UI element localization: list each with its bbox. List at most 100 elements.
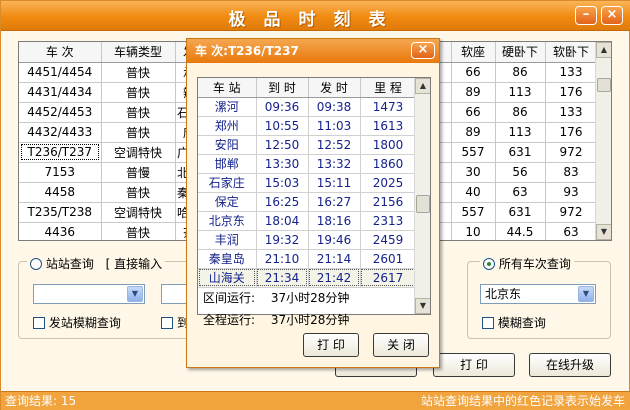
train-list-scrollbar[interactable]: ▲ ▼ xyxy=(595,42,611,240)
fuzzy-option[interactable]: 模糊查询 xyxy=(482,314,546,331)
table-cell: 30 xyxy=(451,162,496,183)
table-cell: 557 xyxy=(451,142,496,163)
table-cell: 10 xyxy=(451,222,496,240)
chevron-down-icon[interactable]: ▼ xyxy=(578,286,594,302)
scroll-down-arrow-icon[interactable]: ▼ xyxy=(415,298,430,314)
stops-table[interactable]: 车 站到 时发 时里 程 漯河 09:36 09:38 1473 郑州 10:55 11:0… xyxy=(197,77,431,315)
stop-cell: 2025 xyxy=(360,173,417,193)
fuzzy-from-label: 发站模糊查询 xyxy=(48,316,121,330)
table-cell: 89 xyxy=(451,122,496,143)
title-bar[interactable]: 极品时刻表 – × xyxy=(1,1,630,31)
table-cell: 40 xyxy=(451,182,496,203)
stop-row[interactable]: 北京东 18:04 18:16 2313 xyxy=(198,211,417,231)
table-cell: T235/T238 xyxy=(19,202,102,223)
stop-cell: 漯河 xyxy=(198,97,257,117)
table-cell: 113 xyxy=(495,122,546,143)
status-bar: 查询结果: 15 站站查询结果中的红色记录表示始发车 xyxy=(1,391,630,410)
table-cell: 86 xyxy=(495,62,546,83)
column-header[interactable]: 车 站 xyxy=(198,78,257,98)
stop-row[interactable]: 郑州 10:55 11:03 1613 xyxy=(198,116,417,136)
scroll-down-arrow-icon[interactable]: ▼ xyxy=(596,224,611,240)
dialog-print-button[interactable]: 打 印 xyxy=(303,333,359,357)
train-detail-dialog: 车 次:T236/T237 × 车 站到 时发 时里 程 漯河 09:36 09:3… xyxy=(186,38,440,368)
scroll-up-arrow-icon[interactable]: ▲ xyxy=(415,78,430,94)
print-button[interactable]: 打 印 xyxy=(433,353,515,377)
direct-input-label: [ 直接输入 xyxy=(105,257,163,271)
station-combo[interactable]: 北京东 ▼ xyxy=(480,284,596,304)
scroll-thumb[interactable] xyxy=(416,195,430,213)
column-header[interactable]: 软座 xyxy=(451,42,496,63)
column-header[interactable]: 车辆类型 xyxy=(101,42,176,63)
table-cell: 113 xyxy=(495,82,546,103)
stop-row[interactable]: 安阳 12:50 12:52 1800 xyxy=(198,135,417,155)
dialog-title: 车 次:T236/T237 xyxy=(195,44,299,58)
scroll-up-arrow-icon[interactable]: ▲ xyxy=(596,42,611,58)
dialog-close-button[interactable]: 关 闭 xyxy=(373,333,429,357)
table-cell: 普快 xyxy=(101,62,176,83)
stop-cell: 18:04 xyxy=(256,211,309,231)
station-query-radio[interactable] xyxy=(30,258,42,270)
stops-grid: 车 站到 时发 时里 程 漯河 09:36 09:38 1473 郑州 10:55 11:0… xyxy=(198,78,417,288)
column-header[interactable]: 硬卧下 xyxy=(495,42,546,63)
all-trains-query-radio[interactable] xyxy=(483,258,495,270)
fuzzy-to-checkbox[interactable] xyxy=(161,317,173,329)
fuzzy-checkbox[interactable] xyxy=(482,317,494,329)
stop-cell: 山海关 xyxy=(198,268,257,288)
table-cell: 972 xyxy=(545,142,598,163)
stop-cell: 21:10 xyxy=(256,249,309,269)
from-station-combo[interactable]: ▼ xyxy=(33,284,145,304)
table-cell: 普快 xyxy=(101,102,176,123)
table-cell: 56 xyxy=(495,162,546,183)
stop-cell: 13:32 xyxy=(308,154,361,174)
stops-scrollbar[interactable]: ▲ ▼ xyxy=(414,78,430,314)
fuzzy-to-option[interactable]: 到 xyxy=(161,314,189,331)
stop-cell: 2156 xyxy=(360,192,417,212)
dialog-close-icon[interactable]: × xyxy=(411,42,435,59)
app-title: 极品时刻表 xyxy=(228,10,404,30)
dialog-title-bar[interactable]: 车 次:T236/T237 × xyxy=(187,39,439,63)
minimize-button[interactable]: – xyxy=(575,6,597,25)
stop-cell: 10:55 xyxy=(256,116,309,136)
upgrade-button[interactable]: 在线升级 xyxy=(529,353,611,377)
stop-cell: 15:03 xyxy=(256,173,309,193)
close-button[interactable]: × xyxy=(601,6,623,25)
stop-row[interactable]: 保定 16:25 16:27 2156 xyxy=(198,192,417,212)
column-header[interactable]: 车 次 xyxy=(19,42,102,63)
station-query-option[interactable]: 站站查询 [ 直接输入 xyxy=(27,255,166,272)
stop-row[interactable]: 漯河 09:36 09:38 1473 xyxy=(198,97,417,117)
stop-cell: 12:52 xyxy=(308,135,361,155)
stop-cell: 安阳 xyxy=(198,135,257,155)
total-run-label: 全程运行: xyxy=(203,313,256,327)
table-cell: 63 xyxy=(495,182,546,203)
scroll-thumb[interactable] xyxy=(597,78,611,92)
table-cell: 空调特快 xyxy=(101,202,176,223)
stop-row[interactable]: 秦皇岛 21:10 21:14 2601 xyxy=(198,249,417,269)
fuzzy-from-option[interactable]: 发站模糊查询 xyxy=(33,314,121,331)
column-header[interactable]: 里 程 xyxy=(360,78,417,98)
column-header[interactable]: 发 时 xyxy=(308,78,361,98)
column-header[interactable]: 到 时 xyxy=(256,78,309,98)
total-run-row: 全程运行: 37小时28分钟 xyxy=(203,311,349,328)
all-trains-query-option[interactable]: 所有车次查询 xyxy=(480,255,574,272)
stop-cell: 2617 xyxy=(360,268,417,288)
stop-cell: 21:34 xyxy=(256,268,309,288)
table-cell: 83 xyxy=(545,162,598,183)
table-cell: 空调特快 xyxy=(101,142,176,163)
stop-cell: 11:03 xyxy=(308,116,361,136)
stop-row[interactable]: 山海关 21:34 21:42 2617 xyxy=(198,268,417,288)
column-header[interactable]: 软卧下 xyxy=(545,42,598,63)
fuzzy-from-checkbox[interactable] xyxy=(33,317,45,329)
table-cell: 4452/4453 xyxy=(19,102,102,123)
stop-cell: 15:11 xyxy=(308,173,361,193)
stop-cell: 19:46 xyxy=(308,230,361,250)
stop-row[interactable]: 丰润 19:32 19:46 2459 xyxy=(198,230,417,250)
chevron-down-icon[interactable]: ▼ xyxy=(127,286,143,302)
stop-cell: 1800 xyxy=(360,135,417,155)
all-trains-query-group: 所有车次查询 北京东 ▼ 模糊查询 xyxy=(467,255,611,339)
table-cell: 普快 xyxy=(101,122,176,143)
station-combo-value: 北京东 xyxy=(485,287,522,301)
stop-row[interactable]: 邯郸 13:30 13:32 1860 xyxy=(198,154,417,174)
table-cell: 普快 xyxy=(101,222,176,240)
stop-cell: 16:27 xyxy=(308,192,361,212)
stop-row[interactable]: 石家庄 15:03 15:11 2025 xyxy=(198,173,417,193)
